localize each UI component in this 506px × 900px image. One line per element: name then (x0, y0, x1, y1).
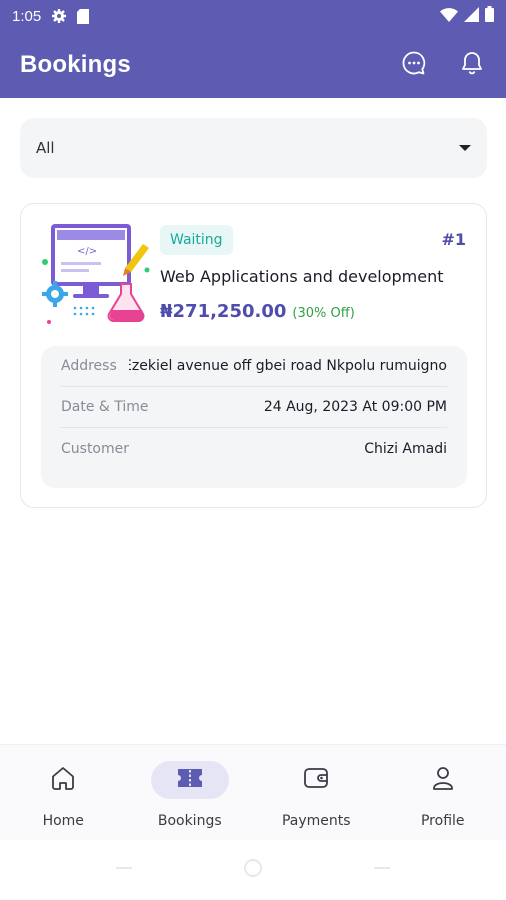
detail-label: Customer (61, 440, 130, 457)
detail-row-address: Address Rumuigbo, Ezekiel avenue off gbe… (61, 346, 447, 387)
nav-label: Payments (281, 813, 351, 829)
sim-card-icon (77, 8, 90, 24)
settings-gear-icon (51, 8, 67, 24)
booking-id: #1 (441, 230, 466, 249)
nav-item-bookings[interactable]: Bookings (127, 745, 254, 840)
service-name: Web Applications and development (160, 267, 444, 286)
detail-row-datetime: Date & Time 24 Aug, 2023 At 09:00 PM (61, 387, 447, 428)
home-button[interactable] (243, 858, 263, 882)
detail-value: Rumuigbo, Ezekiel avenue off gbei road N… (129, 358, 447, 374)
app-bar: Bookings (0, 32, 506, 98)
recents-button[interactable] (372, 860, 392, 880)
nav-label: Home (42, 813, 84, 829)
nav-label: Profile (420, 813, 465, 829)
nav-label: Bookings (157, 813, 222, 829)
nav-item-profile[interactable]: Profile (380, 745, 506, 840)
dropdown-caret-icon (459, 145, 471, 151)
booking-card[interactable]: </> Waiting #1 Web Applications and deve… (20, 203, 487, 508)
chat-button[interactable] (400, 51, 428, 79)
detail-value: 24 Aug, 2023 At 09:00 PM (263, 399, 447, 415)
status-filter-dropdown[interactable]: All (20, 118, 487, 178)
service-illustration: </> (39, 222, 159, 328)
status-badge: Waiting (160, 225, 233, 255)
booking-details: Address Rumuigbo, Ezekiel avenue off gbe… (41, 346, 467, 488)
detail-row-customer: Customer Chizi Amadi (61, 428, 447, 469)
svg-text:</>: </> (77, 246, 97, 257)
nav-item-payments[interactable]: Payments (253, 745, 380, 840)
home-icon (49, 764, 77, 796)
back-button[interactable] (114, 860, 134, 880)
page-title: Bookings (20, 51, 131, 78)
battery-icon (485, 6, 494, 26)
bottom-navigation: Home Bookings Payments Profile (0, 744, 506, 840)
price-row: ₦271,250.00 (30% Off) (160, 301, 355, 322)
system-navigation-bar (0, 840, 506, 900)
notifications-button[interactable] (458, 51, 486, 79)
detail-label: Date & Time (61, 399, 149, 415)
signal-icon (464, 6, 479, 26)
wallet-icon (302, 765, 330, 795)
ticket-icon (176, 767, 204, 793)
wifi-icon (440, 7, 458, 26)
status-time: 1:05 (12, 7, 42, 25)
chat-bubble-icon (401, 50, 427, 80)
detail-label: Address (61, 358, 117, 374)
nav-item-home[interactable]: Home (0, 745, 127, 840)
bell-icon (460, 50, 484, 80)
discount-label: (30% Off) (292, 306, 355, 321)
booking-price: ₦271,250.00 (160, 301, 287, 322)
status-bar: 1:05 (0, 0, 506, 32)
person-icon (429, 764, 457, 796)
filter-selected-value: All (36, 139, 55, 157)
detail-value: Chizi Amadi (364, 440, 447, 457)
